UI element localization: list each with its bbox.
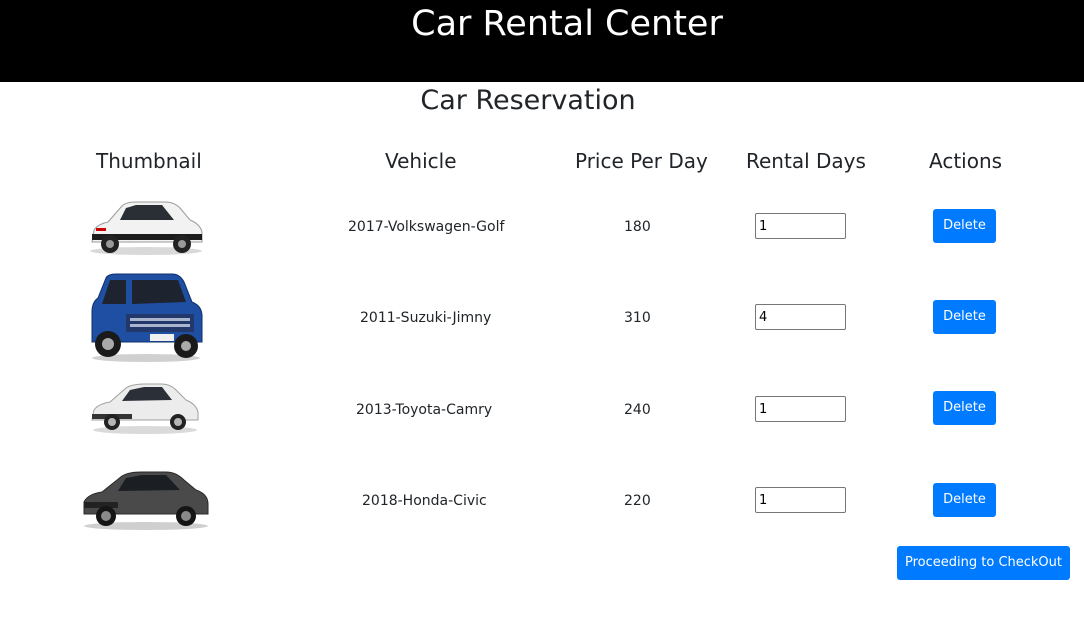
- column-header-vehicle: Vehicle: [385, 149, 457, 173]
- price-per-day: 240: [624, 402, 651, 418]
- rental-days-input[interactable]: [755, 487, 846, 513]
- delete-button[interactable]: Delete: [933, 300, 996, 334]
- checkout-button[interactable]: Proceeding to CheckOut: [897, 546, 1070, 580]
- delete-button[interactable]: Delete: [933, 391, 996, 425]
- vehicle-name: 2018-Honda-Civic: [362, 493, 487, 509]
- price-per-day: 220: [624, 493, 651, 509]
- vehicle-name: 2017-Volkswagen-Golf: [348, 219, 505, 235]
- car-thumbnail-camry: [91, 383, 199, 434]
- rental-days-input[interactable]: [755, 304, 846, 330]
- vehicle-name: 2011-Suzuki-Jimny: [360, 310, 492, 326]
- delete-button[interactable]: Delete: [933, 483, 996, 517]
- app-header: Car Rental Center: [0, 0, 1084, 82]
- column-header-price: Price Per Day: [575, 149, 708, 173]
- rental-days-input[interactable]: [755, 396, 846, 422]
- car-thumbnail-civic: [83, 471, 209, 530]
- delete-button[interactable]: Delete: [933, 209, 996, 243]
- car-thumbnail-golf: [90, 201, 203, 255]
- price-per-day: 180: [624, 219, 651, 235]
- vehicle-name: 2013-Toyota-Camry: [356, 402, 493, 418]
- column-header-actions: Actions: [929, 149, 1003, 173]
- rental-days-input[interactable]: [755, 213, 846, 239]
- app-title: Car Rental Center: [411, 4, 723, 44]
- price-per-day: 310: [624, 310, 651, 326]
- column-header-thumbnail: Thumbnail: [96, 149, 202, 173]
- column-header-rental-days: Rental Days: [746, 149, 866, 173]
- car-thumbnail-jimny: [91, 273, 203, 362]
- page-title: Car Reservation: [420, 85, 636, 116]
